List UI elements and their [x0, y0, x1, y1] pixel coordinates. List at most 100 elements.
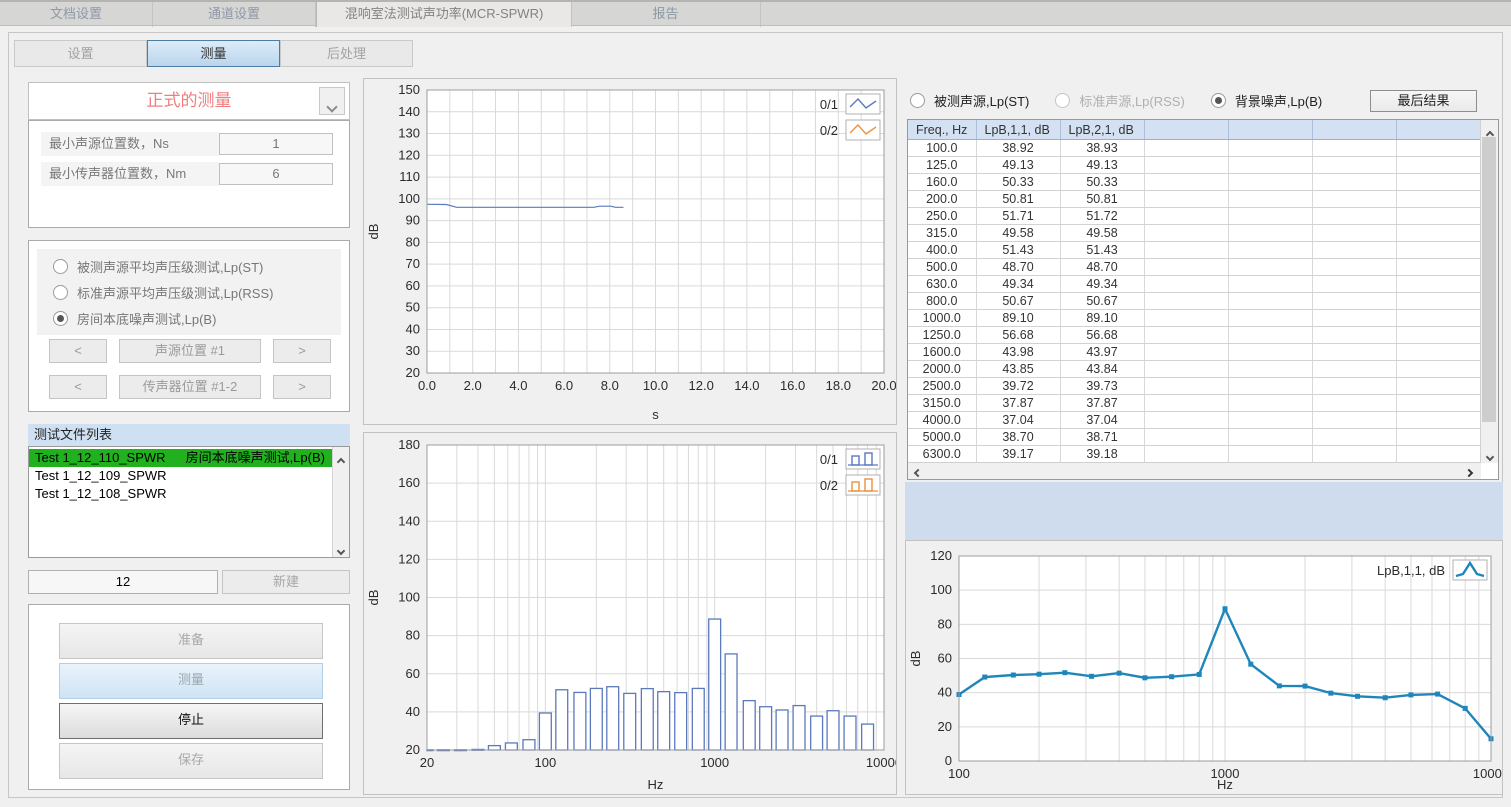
tab-channel-settings[interactable]: 通道设置 [153, 2, 316, 27]
table-cell [1396, 208, 1481, 225]
table-scroll-left-icon[interactable] [910, 464, 926, 479]
table-row[interactable]: 400.051.4351.43 [908, 242, 1481, 259]
table-row[interactable]: 250.051.7151.72 [908, 208, 1481, 225]
file-list-items: Test 1_12_110_SPWR房间本底噪声测试,Lp(B)Test 1_1… [29, 449, 332, 555]
svg-text:50: 50 [406, 300, 420, 315]
scroll-up-icon[interactable] [333, 447, 349, 462]
file-list-scrollbar[interactable] [332, 447, 349, 557]
source-prev-button[interactable]: < [49, 339, 107, 363]
table-row[interactable]: 1250.056.6856.68 [908, 327, 1481, 344]
table-cell: 39.17 [976, 446, 1060, 463]
table-row[interactable]: 2000.043.8543.84 [908, 361, 1481, 378]
table-row[interactable]: 1600.043.9843.97 [908, 344, 1481, 361]
file-list-item[interactable]: Test 1_12_110_SPWR房间本底噪声测试,Lp(B) [29, 449, 332, 467]
chevron-down-icon [326, 101, 337, 112]
file-list-title: 测试文件列表 [28, 424, 350, 446]
radio-icon[interactable] [53, 259, 68, 274]
tab-report[interactable]: 报告 [571, 2, 761, 27]
new-file-button[interactable]: 新建 [222, 570, 350, 594]
table-cell [1228, 242, 1312, 259]
table-cell [1396, 293, 1481, 310]
table-cell: 50.67 [1060, 293, 1144, 310]
table-row[interactable]: 3150.037.8737.87 [908, 395, 1481, 412]
table-row[interactable]: 800.050.6750.67 [908, 293, 1481, 310]
mic-next-button[interactable]: > [273, 375, 331, 399]
measure-button[interactable]: 测量 [59, 663, 323, 699]
table-row[interactable]: 125.049.1349.13 [908, 157, 1481, 174]
table-cell [1312, 225, 1396, 242]
min-source-positions-input[interactable]: 1 [219, 133, 333, 155]
table-header-cell [1228, 120, 1312, 140]
table-horizontal-scrollbar[interactable] [908, 462, 1481, 479]
radio-option[interactable]: 被测声源,Lp(ST) [910, 87, 1029, 113]
table-row[interactable]: 1000.089.1089.10 [908, 310, 1481, 327]
svg-text:110: 110 [399, 169, 420, 184]
table-row[interactable]: 2500.039.7239.73 [908, 378, 1481, 395]
table-cell [1396, 225, 1481, 242]
radio-label: 标准声源,Lp(RSS) [1079, 91, 1184, 110]
subtab-settings[interactable]: 设置 [14, 40, 147, 67]
table-row[interactable]: 500.048.7048.70 [908, 259, 1481, 276]
svg-text:16.0: 16.0 [780, 378, 805, 393]
table-row[interactable]: 6300.039.1739.18 [908, 446, 1481, 463]
min-mic-positions-input[interactable]: 6 [219, 163, 333, 185]
save-button[interactable]: 保存 [59, 743, 323, 779]
radio-option[interactable]: 标准声源,Lp(RSS) [1055, 87, 1184, 113]
file-number-box[interactable]: 12 [28, 570, 218, 594]
table-scroll-up-icon[interactable] [1481, 120, 1498, 135]
scroll-down-icon[interactable] [333, 542, 349, 557]
table-row[interactable]: 4000.037.0437.04 [908, 412, 1481, 429]
table-scrollbar-thumb[interactable] [1482, 137, 1496, 422]
svg-text:60: 60 [406, 278, 420, 293]
test-type-panel: 被测声源平均声压级测试,Lp(ST)标准声源平均声压级测试,Lp(RSS)房间本… [28, 240, 350, 412]
radio-option[interactable]: 房间本底噪声测试,Lp(B) [53, 305, 341, 331]
table-cell [1312, 276, 1396, 293]
table-cell: 49.34 [976, 276, 1060, 293]
radio-option[interactable]: 背景噪声,Lp(B) [1211, 87, 1322, 113]
table-cell [1228, 395, 1312, 412]
table-row[interactable]: 630.049.3449.34 [908, 276, 1481, 293]
table-cell [1144, 412, 1228, 429]
table-row[interactable]: 200.050.8150.81 [908, 191, 1481, 208]
table-cell [1228, 259, 1312, 276]
radio-selected-icon[interactable] [1211, 93, 1226, 108]
table-row[interactable]: 315.049.5849.58 [908, 225, 1481, 242]
svg-text:70: 70 [406, 256, 420, 271]
table-vertical-scrollbar[interactable] [1480, 120, 1498, 463]
result-table: Freq., HzLpB,1,1, dBLpB,2,1, dB 100.038.… [908, 120, 1482, 463]
table-cell [1228, 225, 1312, 242]
table-scroll-right-icon[interactable] [1461, 464, 1477, 479]
mic-prev-button[interactable]: < [49, 375, 107, 399]
table-cell: 50.33 [976, 174, 1060, 191]
subtab-measure[interactable]: 测量 [147, 40, 280, 67]
source-position-button[interactable]: 声源位置 #1 [119, 339, 261, 363]
file-list-item[interactable]: Test 1_12_109_SPWR [29, 467, 332, 485]
radio-icon[interactable] [1055, 93, 1070, 108]
table-cell [1396, 395, 1481, 412]
tab-document-settings[interactable]: 文档设置 [0, 2, 153, 27]
subtab-postprocess[interactable]: 后处理 [280, 40, 413, 67]
table-row[interactable]: 160.050.3350.33 [908, 174, 1481, 191]
svg-text:Hz: Hz [1217, 777, 1233, 792]
table-row[interactable]: 100.038.9238.93 [908, 140, 1481, 157]
table-row[interactable]: 5000.038.7038.71 [908, 429, 1481, 446]
radio-icon[interactable] [910, 93, 925, 108]
radio-selected-icon[interactable] [53, 311, 68, 326]
file-list-item[interactable]: Test 1_12_108_SPWR [29, 485, 332, 503]
tab-mcr-spwr[interactable]: 混响室法测试声功率(MCR-SPWR) [316, 2, 572, 27]
final-result-button[interactable]: 最后结果 [1370, 90, 1477, 112]
table-cell: 5000.0 [908, 429, 976, 446]
radio-icon[interactable] [53, 285, 68, 300]
svg-text:12.0: 12.0 [689, 378, 714, 393]
dropdown-button[interactable] [319, 87, 345, 115]
radio-option[interactable]: 标准声源平均声压级测试,Lp(RSS) [53, 279, 341, 305]
svg-text:100: 100 [535, 755, 557, 770]
prepare-button[interactable]: 准备 [59, 623, 323, 659]
radio-option[interactable]: 被测声源平均声压级测试,Lp(ST) [53, 253, 341, 279]
table-cell: 6300.0 [908, 446, 976, 463]
mic-position-button[interactable]: 传声器位置 #1-2 [119, 375, 261, 399]
measurement-mode-dropdown[interactable]: 正式的测量 [28, 82, 350, 120]
stop-button[interactable]: 停止 [59, 703, 323, 739]
source-next-button[interactable]: > [273, 339, 331, 363]
table-scroll-down-icon[interactable] [1481, 448, 1498, 463]
